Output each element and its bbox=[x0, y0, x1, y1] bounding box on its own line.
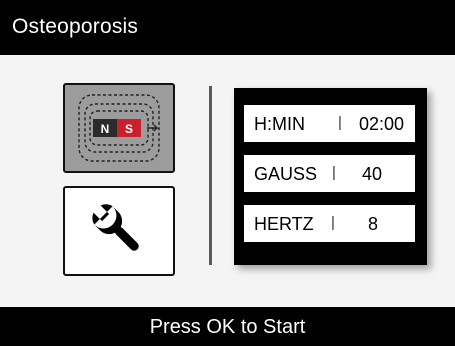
gauss-parameter[interactable]: GAUSS | 40 bbox=[244, 155, 415, 192]
param-label: HERTZ bbox=[254, 214, 314, 234]
parameter-panel: H:MIN | 02:00 GAUSS | 40 HERTZ | 8 bbox=[234, 88, 427, 265]
title-bar: Osteoporosis bbox=[0, 0, 455, 55]
param-value: 40 bbox=[362, 164, 383, 184]
param-separator: | bbox=[338, 114, 342, 131]
magnet-field-icon: N S bbox=[78, 94, 160, 162]
param-separator: | bbox=[331, 214, 335, 231]
param-label: GAUSS bbox=[254, 164, 318, 184]
main-area: N S H:MIN | 02:00 GAUSS | 40 HERTZ | 8 bbox=[0, 55, 455, 307]
hertz-parameter[interactable]: HERTZ | 8 bbox=[244, 205, 415, 242]
param-label: H:MIN bbox=[254, 114, 305, 134]
time-parameter[interactable]: H:MIN | 02:00 bbox=[244, 105, 415, 142]
magnet-mode-button[interactable]: N S bbox=[63, 83, 175, 173]
param-value: 8 bbox=[368, 214, 379, 234]
vertical-divider bbox=[209, 86, 212, 265]
wrench-icon bbox=[92, 204, 139, 251]
status-bar: Press OK to Start bbox=[0, 307, 455, 346]
north-pole-label: N bbox=[101, 122, 110, 136]
start-prompt: Press OK to Start bbox=[149, 316, 306, 338]
settings-button[interactable] bbox=[63, 186, 175, 276]
param-separator: | bbox=[332, 164, 336, 181]
south-pole-label: S bbox=[125, 122, 133, 136]
screen-title: Osteoporosis bbox=[12, 15, 139, 38]
param-value: 02:00 bbox=[359, 114, 405, 134]
